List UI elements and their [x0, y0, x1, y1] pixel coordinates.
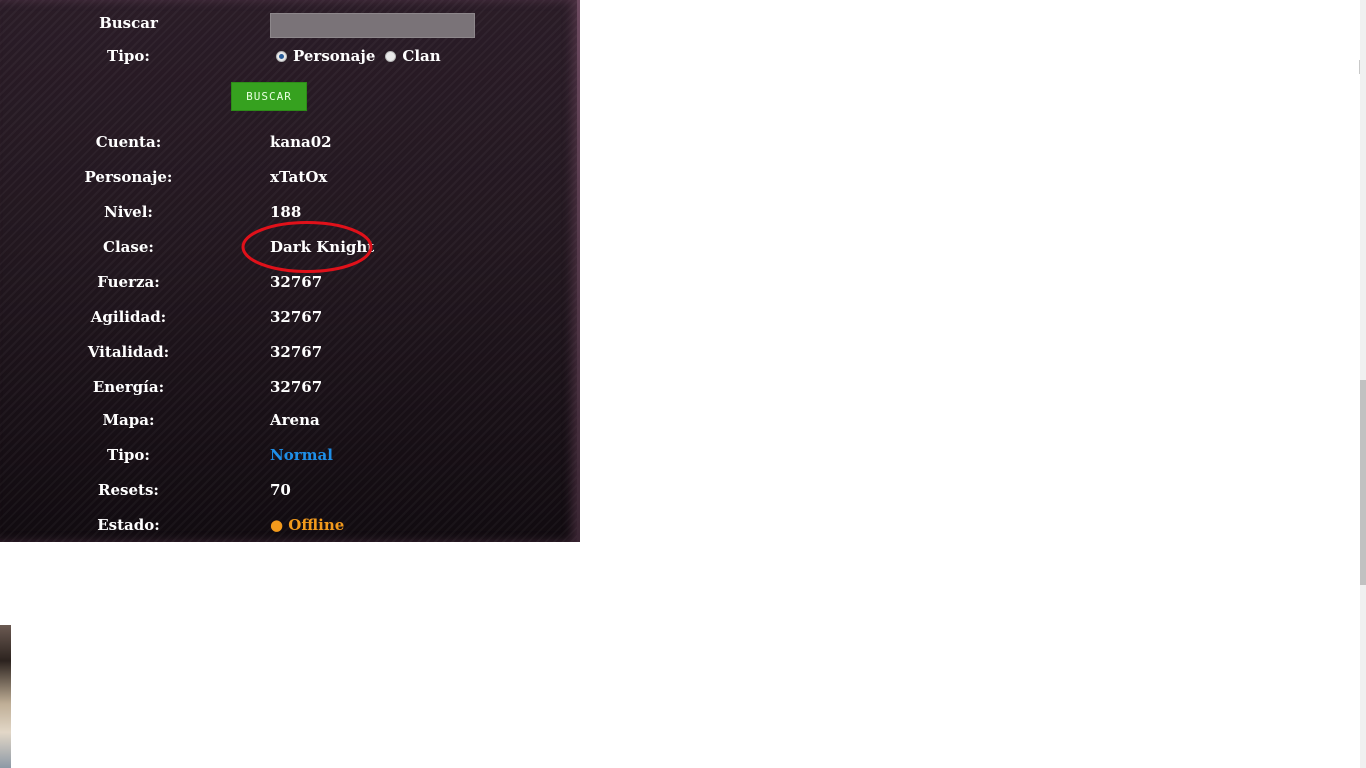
class-label: Clase: [103, 238, 154, 256]
page-scrollbar[interactable] [1360, 0, 1366, 768]
annotation-circle [241, 221, 373, 273]
search-button[interactable]: BUSCAR [231, 82, 307, 111]
status-value: ● Offline [270, 516, 345, 534]
character-value: xTatOx [270, 168, 328, 186]
account-value: kana02 [270, 133, 332, 151]
strength-label: Fuerza: [97, 273, 160, 291]
account-type-label: Tipo: [107, 446, 150, 464]
status-label: Estado: [97, 516, 160, 534]
resets-label: Resets: [98, 481, 159, 499]
type-filter-options: Personaje Clan [276, 46, 441, 66]
thumbnail-image[interactable] [0, 625, 11, 768]
search-input[interactable] [270, 13, 475, 38]
agility-label: Agilidad: [90, 308, 167, 326]
scroll-marker [1359, 60, 1360, 74]
level-value: 188 [270, 203, 302, 221]
character-search-panel: Buscar Tipo: Personaje Clan BUSCAR Cuent… [0, 0, 580, 542]
scrollbar-thumb[interactable] [1360, 380, 1366, 585]
resets-value: 70 [270, 481, 291, 499]
account-type-value: Normal [270, 446, 333, 464]
radio-clan[interactable] [385, 50, 397, 62]
map-label: Mapa: [102, 411, 155, 429]
search-label: Buscar [99, 14, 158, 32]
radio-clan-label[interactable]: Clan [402, 47, 440, 65]
strength-value: 32767 [270, 273, 323, 291]
vitality-value: 32767 [270, 343, 323, 361]
agility-value: 32767 [270, 308, 323, 326]
vitality-label: Vitalidad: [87, 343, 170, 361]
type-filter-label: Tipo: [107, 47, 150, 65]
level-label: Nivel: [104, 203, 153, 221]
character-label: Personaje: [84, 168, 173, 186]
account-label: Cuenta: [95, 133, 162, 151]
radio-personaje[interactable] [276, 50, 287, 62]
energy-value: 32767 [270, 378, 323, 396]
map-value: Arena [270, 411, 320, 429]
energy-label: Energía: [92, 378, 165, 396]
radio-personaje-label[interactable]: Personaje [293, 47, 375, 65]
